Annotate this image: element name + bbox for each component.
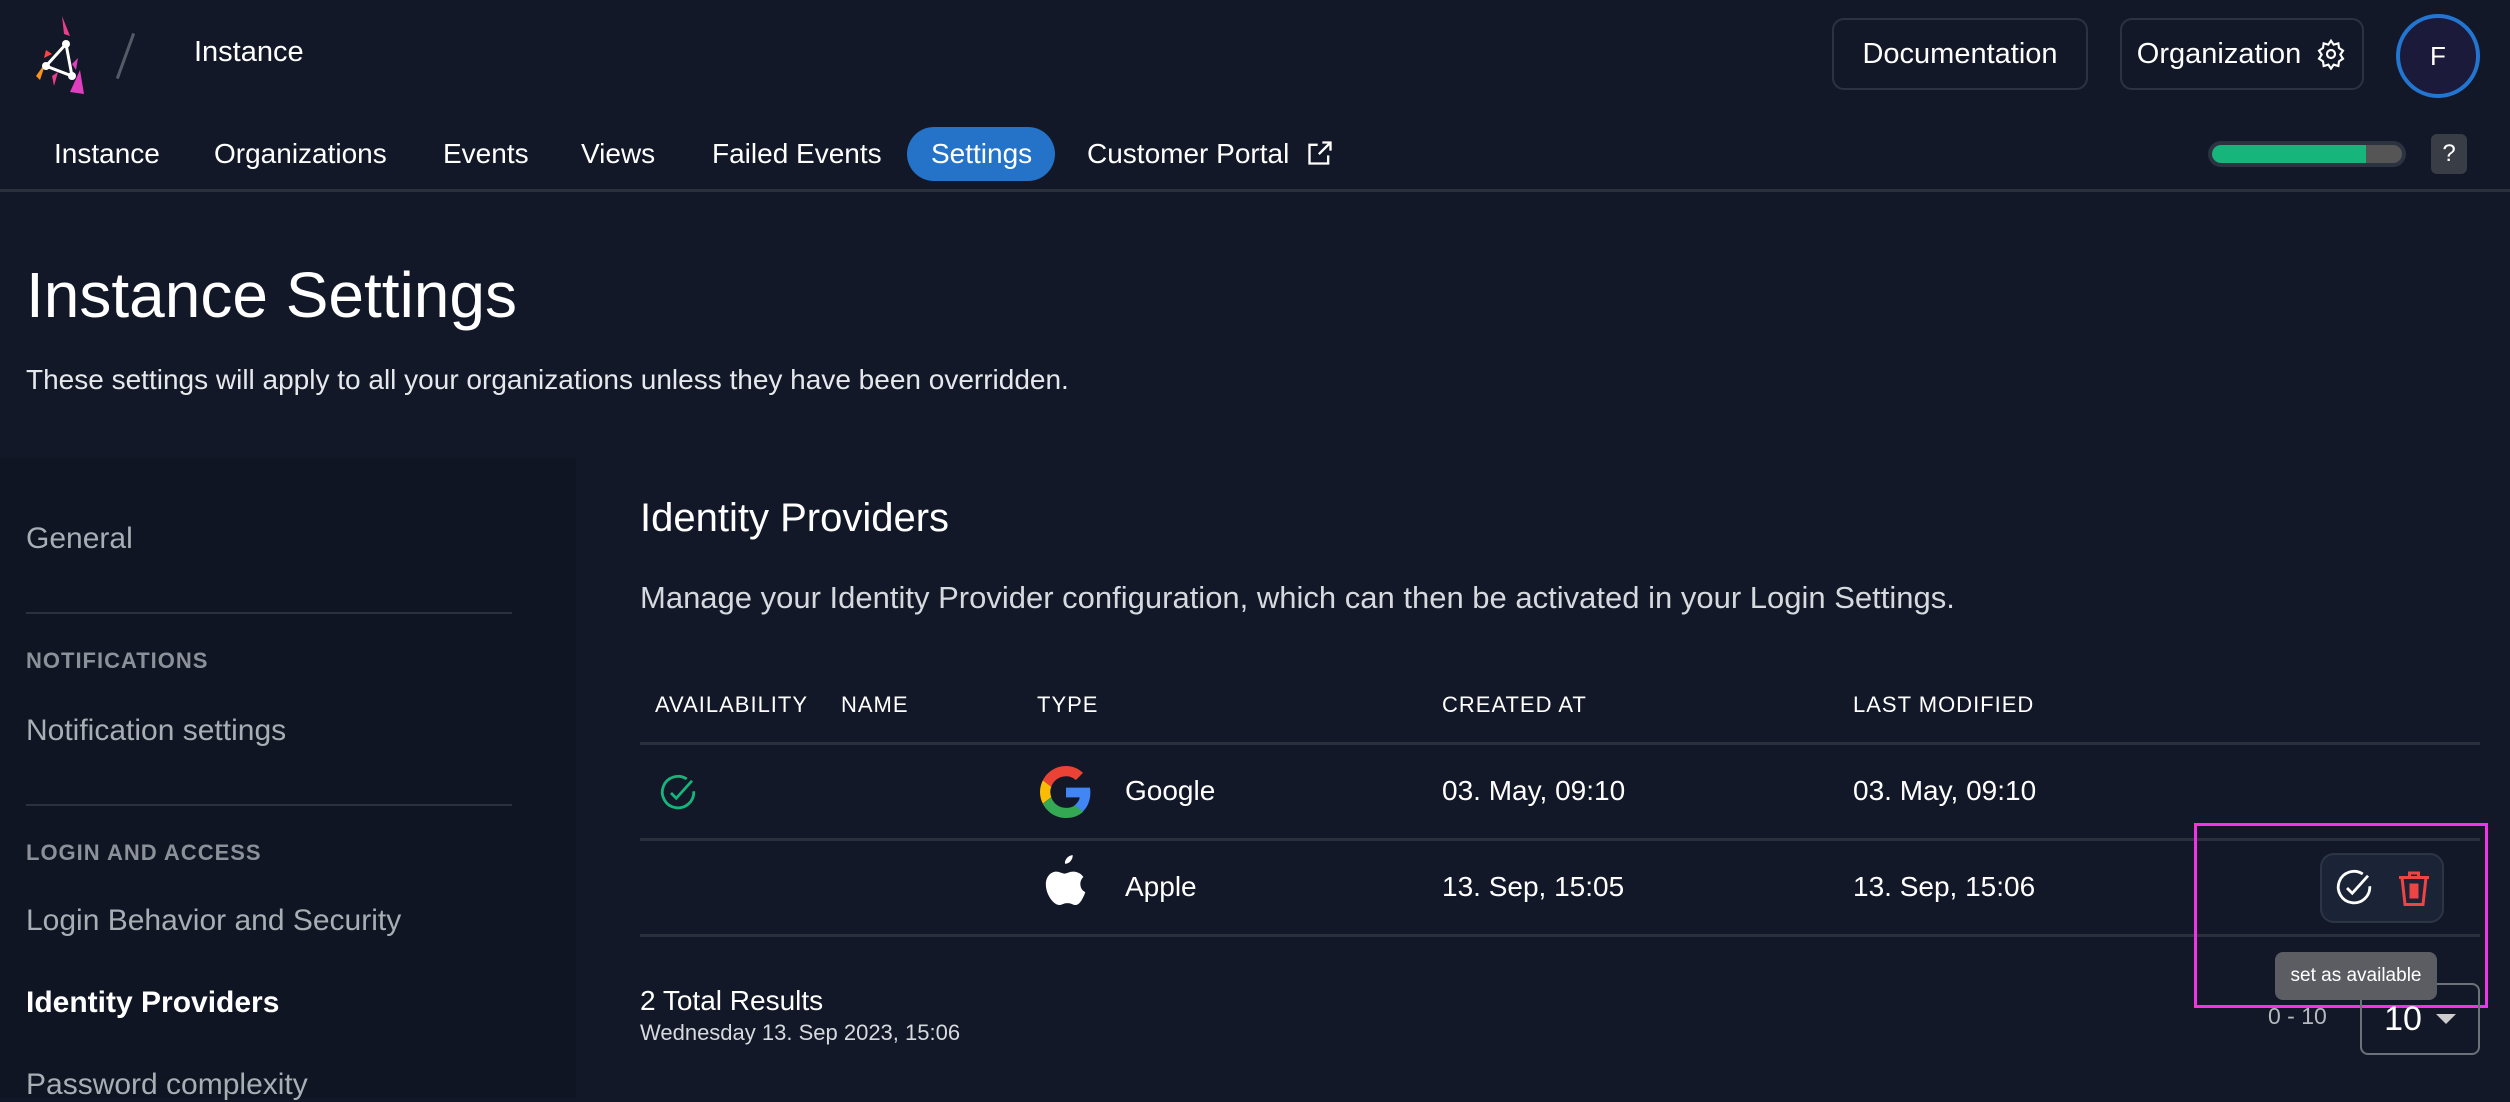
column-last-modified: LAST MODIFIED bbox=[1853, 692, 2035, 717]
caret-down-icon bbox=[2435, 1014, 2456, 1024]
gear-icon bbox=[2317, 38, 2345, 70]
sidebar-item-notification-settings[interactable]: Notification settings bbox=[26, 714, 286, 748]
tab-settings[interactable]: Settings bbox=[931, 138, 1032, 170]
breadcrumb-instance[interactable]: Instance bbox=[194, 36, 304, 69]
external-link-icon bbox=[1308, 141, 1332, 165]
sidebar-section-login: LOGIN AND ACCESS bbox=[26, 840, 262, 865]
section-description: Manage your Identity Provider configurat… bbox=[640, 580, 1955, 615]
column-created-at: CREATED AT bbox=[1442, 692, 1587, 717]
created-at: 13. Sep, 15:05 bbox=[1442, 871, 1625, 902]
page-title: Instance Settings bbox=[26, 259, 517, 331]
column-type: TYPE bbox=[1037, 692, 1099, 717]
usage-progress-bar bbox=[2208, 141, 2406, 167]
pagination-range: 0 - 10 bbox=[2268, 1003, 2327, 1029]
avatar[interactable]: F bbox=[2396, 14, 2480, 98]
sidebar-item-identity-providers[interactable]: Identity Providers bbox=[26, 986, 279, 1020]
provider-type: Google bbox=[1125, 775, 1216, 806]
last-modified: 03. May, 09:10 bbox=[1853, 775, 2037, 806]
settings-sidebar: General NOTIFICATIONS Notification setti… bbox=[0, 458, 576, 1101]
organization-button[interactable]: Organization bbox=[2120, 18, 2364, 90]
tab-instance[interactable]: Instance bbox=[54, 138, 160, 170]
sidebar-item-password-complexity[interactable]: Password complexity bbox=[26, 1068, 308, 1102]
help-button[interactable]: ? bbox=[2431, 134, 2467, 174]
avatar-initial: F bbox=[2430, 40, 2446, 71]
total-results: 2 Total Results bbox=[640, 985, 824, 1016]
sidebar-item-general[interactable]: General bbox=[26, 522, 133, 556]
breadcrumb-divider bbox=[115, 32, 136, 80]
nav-divider bbox=[0, 189, 2510, 192]
sidebar-section-notifications: NOTIFICATIONS bbox=[26, 648, 209, 673]
last-modified: 13. Sep, 15:06 bbox=[1853, 871, 2036, 902]
sidebar-divider bbox=[26, 612, 512, 614]
section-title: Identity Providers bbox=[640, 496, 950, 540]
tab-views[interactable]: Views bbox=[581, 138, 655, 170]
sidebar-item-login-behavior[interactable]: Login Behavior and Security bbox=[26, 904, 401, 938]
column-availability: AVAILABILITY bbox=[655, 692, 809, 717]
documentation-label: Documentation bbox=[1862, 37, 2058, 70]
table-divider bbox=[640, 742, 2480, 745]
page-size-value: 10 bbox=[2384, 999, 2422, 1038]
tooltip: set as available bbox=[2275, 952, 2437, 1000]
tab-customer-portal[interactable]: Customer Portal bbox=[1087, 138, 1289, 170]
results-timestamp: Wednesday 13. Sep 2023, 15:06 bbox=[640, 1020, 961, 1045]
documentation-button[interactable]: Documentation bbox=[1832, 18, 2088, 90]
apple-icon bbox=[1045, 855, 1086, 905]
tab-events[interactable]: Events bbox=[443, 138, 529, 170]
provider-type: Apple bbox=[1125, 871, 1197, 902]
created-at: 03. May, 09:10 bbox=[1442, 775, 1626, 806]
page-subtitle: These settings will apply to all your or… bbox=[26, 364, 1069, 395]
tab-organizations[interactable]: Organizations bbox=[214, 138, 387, 170]
available-check-icon bbox=[660, 774, 696, 810]
progress-fill bbox=[2212, 145, 2366, 163]
zitadel-logo bbox=[36, 16, 84, 94]
column-name: NAME bbox=[841, 692, 909, 717]
tab-failed-events[interactable]: Failed Events bbox=[712, 138, 882, 170]
google-icon bbox=[1040, 766, 1091, 818]
sidebar-divider bbox=[26, 804, 512, 806]
organization-label: Organization bbox=[2136, 37, 2302, 70]
